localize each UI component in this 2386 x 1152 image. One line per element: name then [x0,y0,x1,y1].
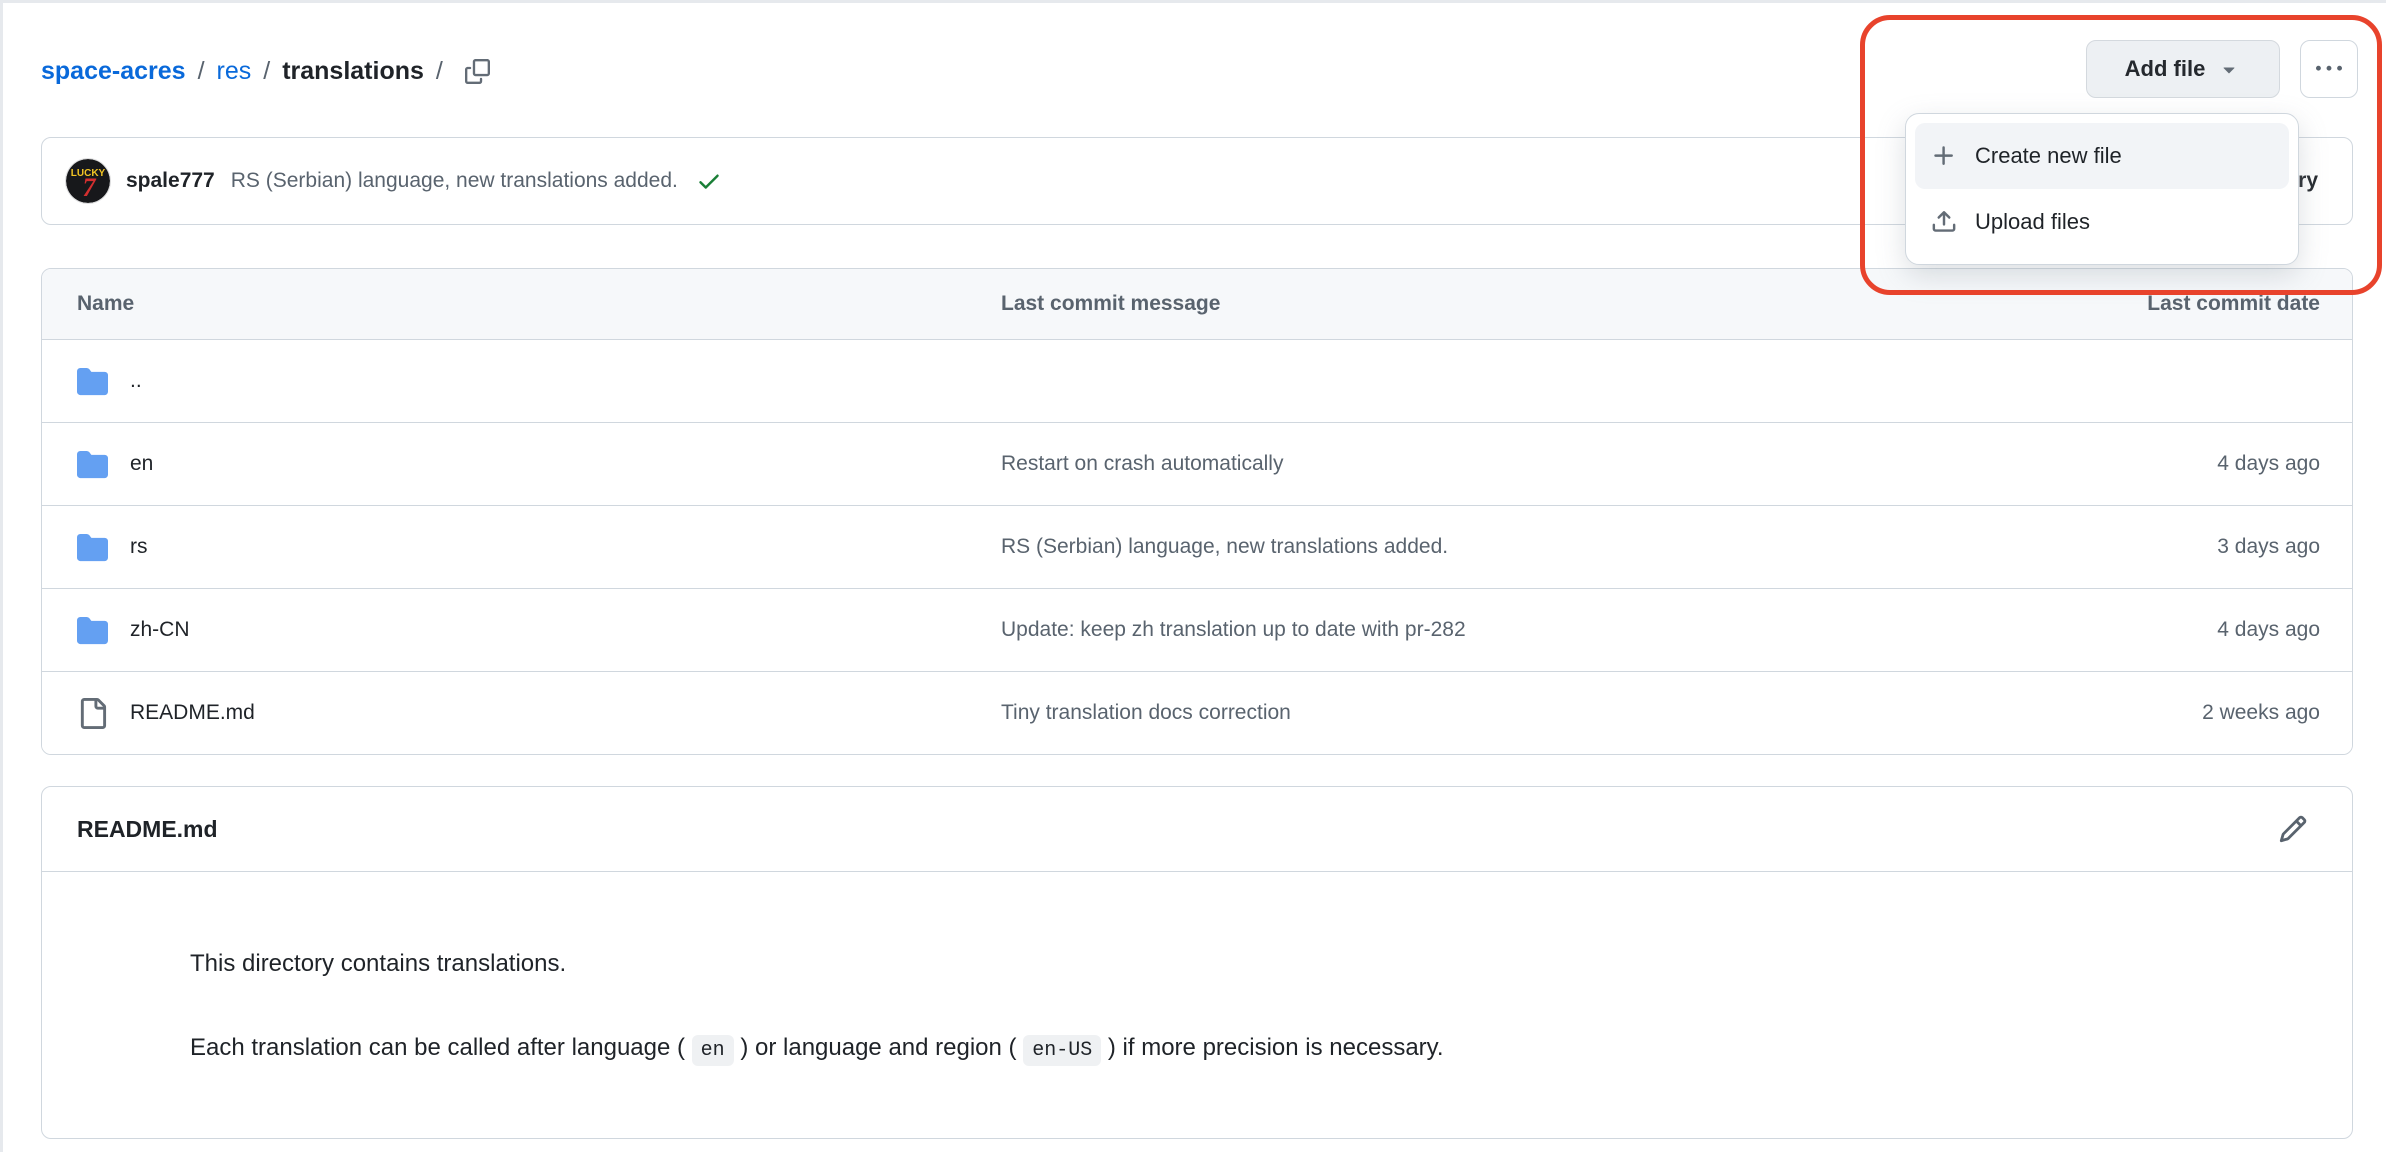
lucky7-avatar-image: LUCKY 7 [66,159,110,203]
row-commit-message-link[interactable]: RS (Serbian) language, new translations … [1001,535,1448,558]
pencil-icon [2278,814,2308,844]
commit-author-link[interactable]: spale777 [126,169,215,193]
file-icon [77,698,108,729]
breadcrumb-separator: / [198,57,205,86]
copy-path-button[interactable] [461,55,494,88]
column-header-message: Last commit message [1001,292,1952,316]
readme-header: README.md [42,787,2352,872]
file-name-link[interactable]: rs [130,535,148,559]
folder-icon [77,532,108,563]
file-table-header: Name Last commit message Last commit dat… [42,269,2352,339]
row-commit-message-link[interactable]: Update: keep zh translation up to date w… [1001,618,1466,641]
add-file-label: Add file [2125,56,2206,82]
avatar[interactable]: LUCKY 7 [66,159,110,203]
table-row-readme: README.md Tiny translation docs correcti… [42,671,2352,754]
file-table: Name Last commit message Last commit dat… [41,268,2353,755]
row-commit-date: 4 days ago [1952,452,2352,476]
inline-code: en-US [1023,1035,1101,1066]
breadcrumb-repo-link[interactable]: space-acres [41,57,186,86]
menu-item-label: Create new file [1975,143,2122,169]
folder-icon [77,366,108,397]
column-header-date: Last commit date [1952,292,2352,316]
upload-icon [1931,209,1957,235]
add-file-dropdown-menu: Create new file Upload files [1905,113,2299,265]
breadcrumb-parent-link[interactable]: res [217,57,252,86]
github-repo-directory-page: space-acres / res / translations / Add f… [0,0,2386,1152]
readme-text: ) if more precision is necessary. [1101,1034,1443,1061]
commit-message-link[interactable]: RS (Serbian) language, new translations … [231,169,678,193]
readme-content: This directory contains translations. Ea… [42,872,2352,1067]
add-file-button[interactable]: Add file [2086,40,2280,98]
edit-readme-button[interactable] [2274,810,2312,848]
table-row-parent: .. [42,339,2352,422]
plus-icon [1931,143,1957,169]
chevron-down-icon [2217,57,2241,81]
menu-item-label: Upload files [1975,209,2090,235]
readme-paragraph: This directory contains translations. [190,948,2292,980]
row-commit-date: 4 days ago [1952,618,2352,642]
breadcrumb-separator: / [436,57,443,86]
folder-icon [77,615,108,646]
inline-code: en [692,1035,734,1066]
menu-item-create-new-file[interactable]: Create new file [1915,123,2289,189]
breadcrumb-current: translations [282,57,424,86]
file-name-link[interactable]: en [130,452,153,476]
readme-text: ) or language and region ( [734,1034,1024,1061]
more-options-button[interactable] [2300,40,2358,98]
readme-text: Each translation can be called after lan… [190,1034,692,1061]
commit-status-check[interactable] [696,168,722,194]
check-icon [696,168,722,194]
readme-paragraph: Each translation can be called after lan… [190,1032,2292,1067]
breadcrumb: space-acres / res / translations / [41,49,494,93]
breadcrumb-separator: / [263,57,270,86]
file-name-link[interactable]: zh-CN [130,618,190,642]
menu-item-upload-files[interactable]: Upload files [1915,189,2289,255]
column-header-name: Name [42,292,1001,316]
folder-icon [77,449,108,480]
file-name-link[interactable]: .. [130,369,142,393]
row-commit-date: 3 days ago [1952,535,2352,559]
row-commit-date: 2 weeks ago [1952,701,2352,725]
copy-icon [465,59,490,84]
readme-card: README.md This directory contains transl… [41,786,2353,1139]
table-row-rs: rs RS (Serbian) language, new translatio… [42,505,2352,588]
kebab-icon [2316,56,2342,82]
file-name-link[interactable]: README.md [130,701,255,725]
table-row-en: en Restart on crash automatically 4 days… [42,422,2352,505]
readme-title: README.md [77,816,218,843]
row-commit-message-link[interactable]: Restart on crash automatically [1001,452,1283,475]
table-row-zh-CN: zh-CN Update: keep zh translation up to … [42,588,2352,671]
svg-text:7: 7 [83,173,97,202]
row-commit-message-link[interactable]: Tiny translation docs correction [1001,701,1291,724]
